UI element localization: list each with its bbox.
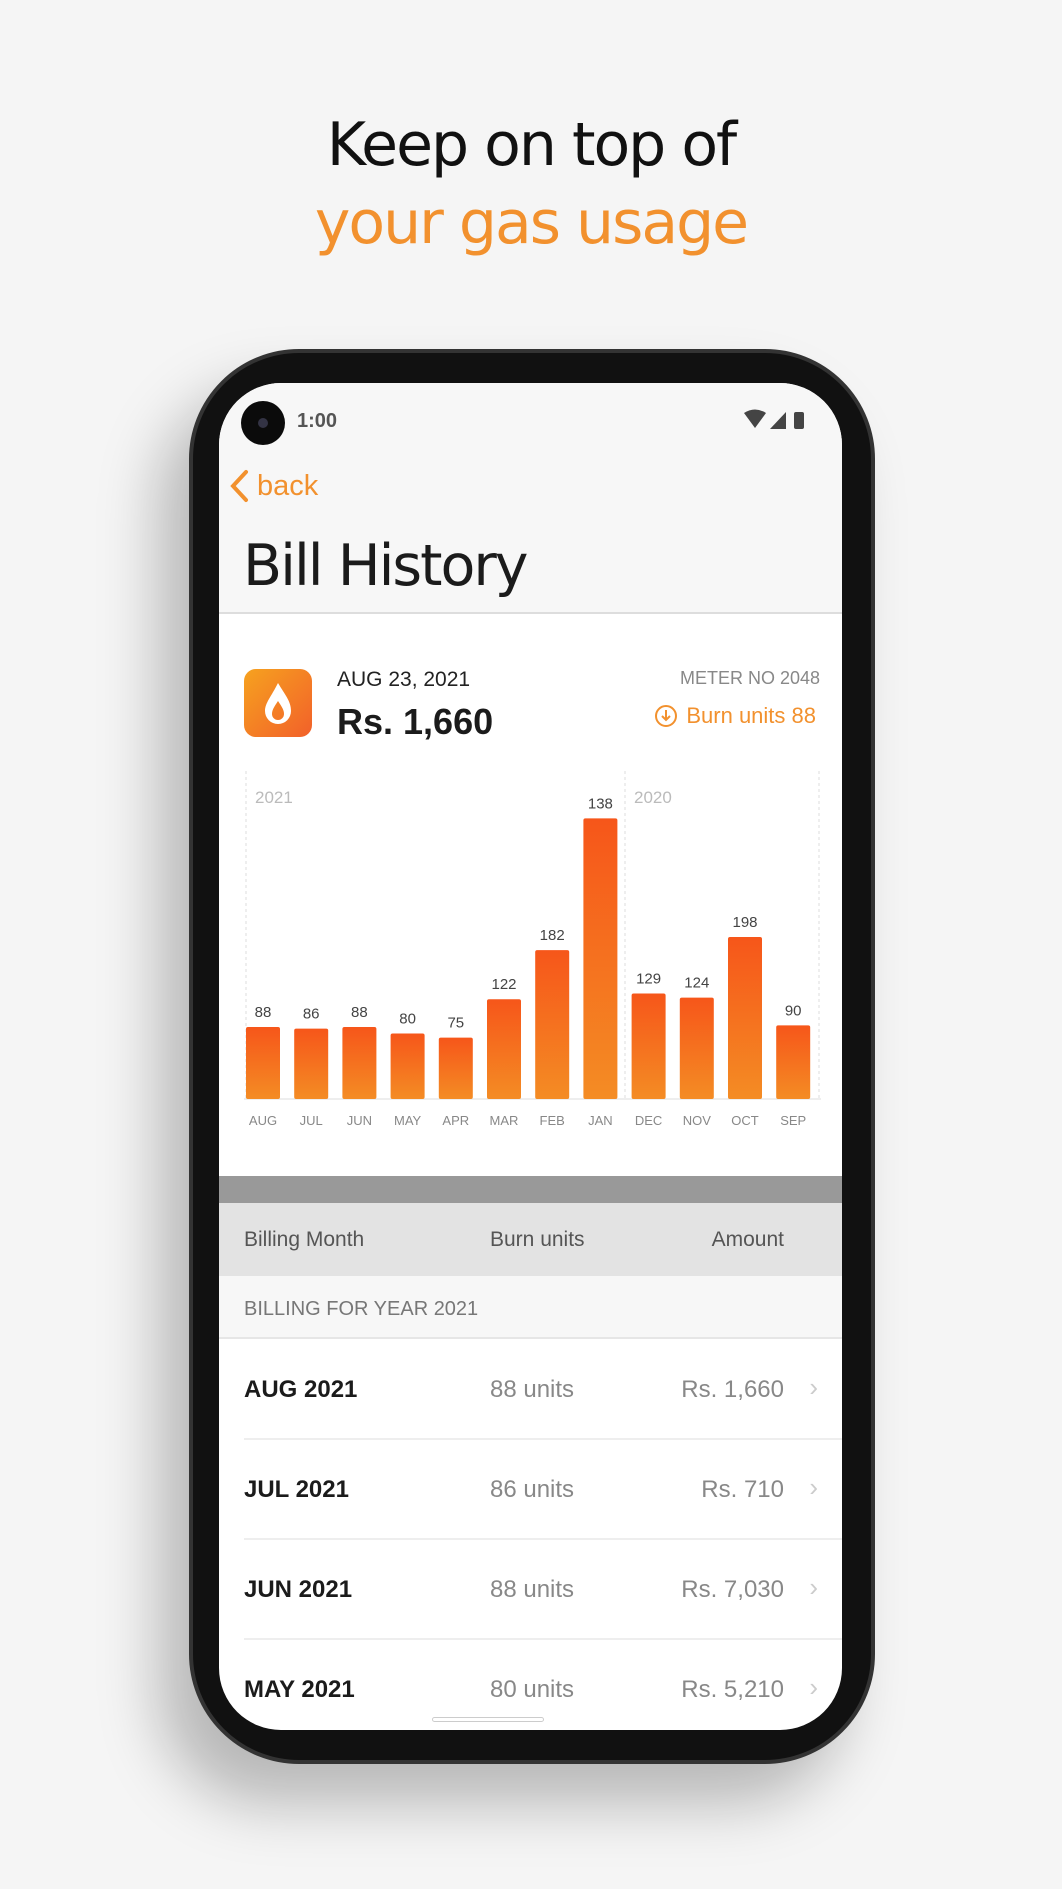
header-burn-units: Burn units bbox=[490, 1228, 585, 1251]
download-circle-icon bbox=[655, 705, 678, 727]
bar-value-label: 138 bbox=[588, 795, 613, 812]
header-billing-month: Billing Month bbox=[244, 1228, 365, 1251]
bar-value-label: 198 bbox=[732, 914, 757, 931]
x-tick-label: JAN bbox=[588, 1113, 613, 1128]
x-tick-label: JUL bbox=[300, 1113, 323, 1128]
bill-amount: Rs. 1,660 bbox=[337, 701, 494, 742]
status-icons bbox=[744, 409, 804, 429]
bar-value-label: 124 bbox=[684, 975, 709, 992]
headline-line1: Keep on top of bbox=[326, 110, 737, 180]
table-row[interactable]: JUN 2021 88 units Rs. 7,030 › bbox=[219, 1540, 842, 1640]
chevron-right-icon: › bbox=[809, 1572, 818, 1602]
bar-may[interactable] bbox=[390, 1033, 425, 1099]
year-label-2021: 2021 bbox=[255, 788, 293, 807]
bar-jul[interactable] bbox=[294, 1028, 329, 1099]
row-units: 88 units bbox=[490, 1576, 575, 1603]
x-tick-label: OCT bbox=[731, 1113, 759, 1128]
bar-dec[interactable] bbox=[631, 993, 666, 1099]
phone-screen: 1:00 back Bill History AUG 23, 2021 Rs. … bbox=[219, 383, 842, 1730]
meter-number: METER NO 2048 bbox=[679, 668, 820, 688]
bar-value-label: 122 bbox=[491, 976, 516, 993]
x-tick-label: SEP bbox=[780, 1113, 806, 1128]
x-tick-label: NOV bbox=[683, 1113, 712, 1128]
x-tick-label: AUG bbox=[249, 1113, 277, 1128]
bill-date: AUG 23, 2021 bbox=[337, 668, 471, 691]
usage-bar-chart: 2021 2020 88 AUG 86 JUL 88 JUN 80 MAY 75 APR 122 MA… bbox=[244, 771, 821, 1128]
table-header: Billing Month Burn units Amount bbox=[219, 1203, 842, 1276]
row-month: AUG 2021 bbox=[244, 1376, 358, 1403]
x-tick-label: JUN bbox=[347, 1113, 372, 1128]
x-tick-label: FEB bbox=[540, 1113, 565, 1128]
bar-apr[interactable] bbox=[438, 1037, 473, 1099]
bar-feb[interactable] bbox=[535, 950, 570, 1099]
row-month: JUN 2021 bbox=[244, 1576, 353, 1603]
bar-jun[interactable] bbox=[342, 1027, 377, 1099]
table-row[interactable]: AUG 2021 88 units Rs. 1,660 › bbox=[219, 1340, 842, 1440]
year-section-header: BILLING FOR YEAR 2021 bbox=[219, 1276, 842, 1339]
bar-value-label: 88 bbox=[351, 1004, 368, 1021]
row-month: JUL 2021 bbox=[244, 1476, 349, 1503]
chevron-right-icon: › bbox=[809, 1372, 818, 1402]
back-label: back bbox=[257, 469, 319, 502]
signal-icon bbox=[770, 412, 786, 429]
bar-oct[interactable] bbox=[728, 937, 762, 1099]
chevron-left-icon bbox=[230, 470, 248, 502]
camera-icon bbox=[241, 401, 285, 445]
table-row[interactable]: JUL 2021 86 units Rs. 710 › bbox=[219, 1440, 842, 1540]
bar-value-label: 75 bbox=[447, 1015, 464, 1032]
bar-value-label: 86 bbox=[303, 1006, 320, 1023]
row-amount: Rs. 7,030 bbox=[681, 1576, 784, 1603]
bar-nov[interactable] bbox=[679, 997, 714, 1099]
headline-line2: your gas usage bbox=[314, 188, 749, 258]
row-amount: Rs. 710 bbox=[701, 1476, 784, 1503]
year-label-2020: 2020 bbox=[634, 788, 672, 807]
bar-mar[interactable] bbox=[487, 999, 521, 1099]
battery-icon bbox=[794, 412, 804, 429]
row-units: 88 units bbox=[490, 1376, 575, 1403]
chevron-right-icon: › bbox=[809, 1672, 818, 1702]
burn-units-label: Burn units 88 bbox=[686, 703, 816, 728]
bar-aug[interactable] bbox=[246, 1027, 280, 1099]
bar-value-label: 88 bbox=[255, 1004, 272, 1021]
wifi-icon bbox=[744, 409, 766, 428]
bar-value-label: 182 bbox=[540, 927, 565, 944]
x-tick-label: DEC bbox=[635, 1113, 662, 1128]
bar-value-label: 90 bbox=[785, 1002, 802, 1019]
back-button[interactable]: back bbox=[229, 469, 318, 503]
row-units: 80 units bbox=[490, 1676, 575, 1703]
row-month: MAY 2021 bbox=[244, 1676, 355, 1703]
header-amount: Amount bbox=[711, 1228, 784, 1251]
bar-value-label: 129 bbox=[636, 970, 661, 987]
burn-units: Burn units 88 bbox=[654, 703, 816, 729]
page-title: Bill History bbox=[243, 533, 529, 599]
section-separator bbox=[219, 1176, 842, 1203]
row-units: 86 units bbox=[490, 1476, 575, 1503]
bar-value-label: 80 bbox=[399, 1011, 416, 1028]
x-tick-label: APR bbox=[442, 1113, 469, 1128]
bar-jan[interactable] bbox=[583, 818, 618, 1099]
row-amount: Rs. 5,210 bbox=[681, 1676, 784, 1703]
x-tick-label: MAY bbox=[394, 1113, 422, 1128]
bar-sep[interactable] bbox=[776, 1025, 811, 1099]
status-time: 1:00 bbox=[297, 410, 338, 432]
row-amount: Rs. 1,660 bbox=[681, 1376, 784, 1403]
chevron-right-icon: › bbox=[809, 1472, 818, 1502]
x-tick-label: MAR bbox=[490, 1113, 519, 1128]
home-indicator[interactable] bbox=[432, 1717, 544, 1722]
flame-icon bbox=[244, 669, 312, 737]
